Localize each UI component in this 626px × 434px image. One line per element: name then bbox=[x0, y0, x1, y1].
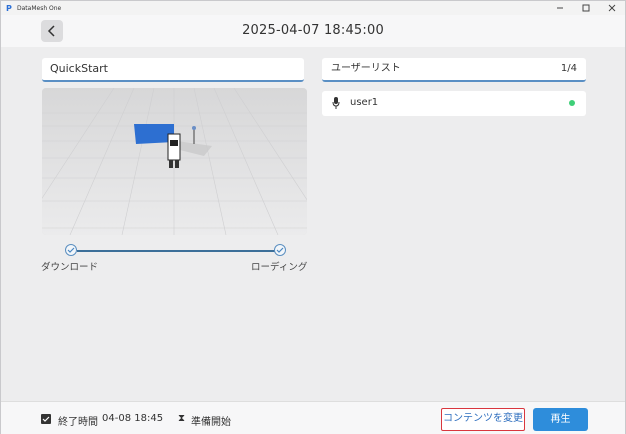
step-check-icon bbox=[65, 244, 77, 256]
play-button[interactable]: 再生 bbox=[533, 408, 588, 431]
user-list-header: ユーザーリスト 1/4 bbox=[322, 58, 586, 82]
microphone-icon bbox=[332, 97, 340, 109]
window-controls bbox=[547, 1, 625, 15]
end-time-label: 終了時間 bbox=[58, 417, 98, 428]
step-label-loading: ローディング bbox=[251, 262, 308, 273]
content-preview[interactable] bbox=[42, 88, 307, 235]
online-status-icon bbox=[569, 100, 575, 106]
session-datetime: 2025-04-07 18:45:00 bbox=[242, 23, 384, 38]
scene-preview-image bbox=[42, 88, 307, 235]
close-icon bbox=[608, 4, 616, 12]
preparation-status: 準備開始 bbox=[191, 417, 231, 428]
title-bar: P DataMesh One bbox=[1, 1, 625, 15]
calendar-check-icon bbox=[41, 414, 51, 424]
step-label-download: ダウンロード bbox=[41, 262, 99, 273]
minimize-button[interactable] bbox=[547, 1, 573, 15]
app-window: P DataMesh One 2025-04-07 18:45:00 Quick… bbox=[0, 0, 626, 434]
app-logo-icon: P bbox=[6, 3, 12, 13]
load-progress: ダウンロード ローディング bbox=[37, 243, 317, 273]
change-content-button[interactable]: コンテンツを変更 bbox=[441, 408, 525, 431]
user-count: 1/4 bbox=[560, 63, 577, 74]
step-check-icon bbox=[274, 244, 286, 256]
header: 2025-04-07 18:45:00 bbox=[1, 15, 625, 47]
content-name-field: QuickStart bbox=[42, 58, 304, 82]
close-button[interactable] bbox=[599, 1, 625, 15]
footer-bar: 終了時間 04-08 18:45 ⧗ 準備開始 コンテンツを変更 再生 bbox=[1, 401, 625, 434]
progress-line bbox=[77, 250, 277, 252]
end-time-value: 04-08 18:45 bbox=[102, 413, 164, 424]
app-title: DataMesh One bbox=[17, 4, 62, 12]
user-name: user1 bbox=[350, 97, 379, 108]
maximize-button[interactable] bbox=[573, 1, 599, 15]
user-list-item[interactable]: user1 bbox=[322, 91, 586, 116]
maximize-icon bbox=[582, 4, 590, 12]
user-list-title: ユーザーリスト bbox=[331, 63, 401, 74]
minimize-icon bbox=[557, 7, 563, 9]
hourglass-icon: ⧗ bbox=[178, 413, 186, 424]
